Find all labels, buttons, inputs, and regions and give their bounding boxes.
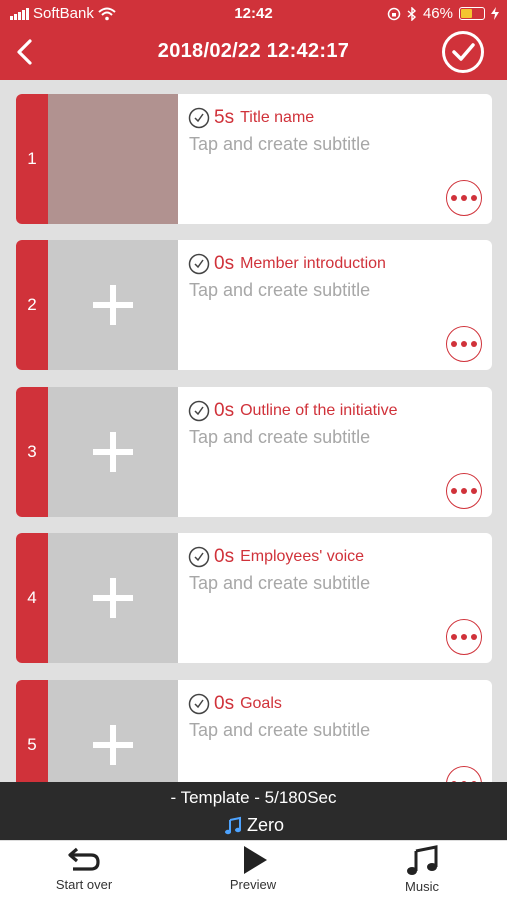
subtitle-placeholder[interactable]: Tap and create subtitle xyxy=(189,573,370,594)
subtitle-placeholder[interactable]: Tap and create subtitle xyxy=(189,427,370,448)
scene-list[interactable]: 1 5s Title name Tap and create subtitle … xyxy=(0,80,507,782)
more-options-button[interactable] xyxy=(446,326,482,362)
scene-card[interactable]: 1 5s Title name Tap and create subtitle xyxy=(16,94,492,224)
scene-title: Goals xyxy=(240,695,282,712)
music-note-icon xyxy=(407,845,438,875)
scene-number: 4 xyxy=(16,533,48,663)
scene-title: Outline of the initiative xyxy=(240,402,398,419)
scene-thumbnail[interactable] xyxy=(48,94,178,224)
scene-duration: 0s xyxy=(214,546,235,567)
play-icon xyxy=(244,846,267,874)
add-media-button[interactable] xyxy=(48,240,178,370)
start-over-label: Start over xyxy=(55,877,113,892)
battery-percent: 46% xyxy=(422,5,453,22)
rotation-lock-icon xyxy=(387,7,401,20)
scene-number: 3 xyxy=(16,387,48,517)
scene-title-row[interactable]: 0s Employees' voice xyxy=(188,546,364,568)
music-note-icon xyxy=(224,816,241,834)
top-bar: SoftBank 12:42 46% 2018/02/22 12:42:17 xyxy=(0,0,507,80)
scene-number: 2 xyxy=(16,240,48,370)
preview-label: Preview xyxy=(229,877,277,892)
charging-icon xyxy=(491,7,499,20)
start-over-button[interactable]: Start over xyxy=(24,845,144,899)
more-options-button[interactable] xyxy=(446,473,482,509)
music-info: Zero xyxy=(0,815,507,836)
scene-title-row[interactable]: 0s Outline of the initiative xyxy=(188,400,398,422)
more-options-button[interactable] xyxy=(446,766,482,782)
music-name: Zero xyxy=(246,815,284,835)
status-bar: SoftBank 12:42 46% xyxy=(0,0,507,28)
nav-row: 2018/02/22 12:42:17 xyxy=(0,28,507,80)
scene-title-row[interactable]: 0s Member introduction xyxy=(188,253,386,275)
page-title: 2018/02/22 12:42:17 xyxy=(157,40,350,62)
plus-icon xyxy=(93,725,133,765)
plus-icon xyxy=(93,285,133,325)
add-media-button[interactable] xyxy=(48,387,178,517)
scene-card[interactable]: 4 0s Employees' voice Tap and create sub… xyxy=(16,533,492,663)
scene-title: Title name xyxy=(240,109,315,126)
scene-duration: 0s xyxy=(214,253,235,274)
clock-icon xyxy=(188,253,210,275)
scene-number: 5 xyxy=(16,680,48,782)
more-options-button[interactable] xyxy=(446,180,482,216)
plus-icon xyxy=(93,432,133,472)
subtitle-placeholder[interactable]: Tap and create subtitle xyxy=(189,134,370,155)
bluetooth-icon xyxy=(407,6,416,21)
preview-button[interactable]: Preview xyxy=(193,845,313,899)
status-right: 46% xyxy=(387,5,499,22)
more-options-button[interactable] xyxy=(446,619,482,655)
template-info-bar: - Template - 5/180Sec Zero xyxy=(0,782,507,840)
bottom-tab-bar: Start over Preview Music xyxy=(0,840,507,901)
add-media-button[interactable] xyxy=(48,680,178,782)
clock-icon xyxy=(188,546,210,568)
plus-icon xyxy=(93,578,133,618)
subtitle-placeholder[interactable]: Tap and create subtitle xyxy=(189,280,370,301)
battery-icon xyxy=(459,7,485,20)
clock-icon xyxy=(188,693,210,715)
undo-icon xyxy=(68,847,100,871)
scene-card[interactable]: 2 0s Member introduction Tap and create … xyxy=(16,240,492,370)
clock-icon xyxy=(188,400,210,422)
scene-duration: 5s xyxy=(214,107,235,128)
scene-duration: 0s xyxy=(214,693,235,714)
template-info: - Template - 5/180Sec xyxy=(170,788,337,807)
add-media-button[interactable] xyxy=(48,533,178,663)
subtitle-placeholder[interactable]: Tap and create subtitle xyxy=(189,720,370,741)
scene-title: Member introduction xyxy=(240,255,386,272)
scene-title: Employees' voice xyxy=(240,548,365,565)
scene-title-row[interactable]: 5s Title name xyxy=(188,107,314,129)
music-label: Music xyxy=(405,879,439,894)
scene-title-row[interactable]: 0s Goals xyxy=(188,693,282,715)
music-button[interactable]: Music xyxy=(362,845,482,899)
confirm-check-icon[interactable] xyxy=(441,30,485,74)
scene-number: 1 xyxy=(16,94,48,224)
scene-card[interactable]: 5 0s Goals Tap and create subtitle xyxy=(16,680,492,782)
scene-card[interactable]: 3 0s Outline of the initiative Tap and c… xyxy=(16,387,492,517)
scene-duration: 0s xyxy=(214,400,235,421)
clock-icon xyxy=(188,107,210,129)
